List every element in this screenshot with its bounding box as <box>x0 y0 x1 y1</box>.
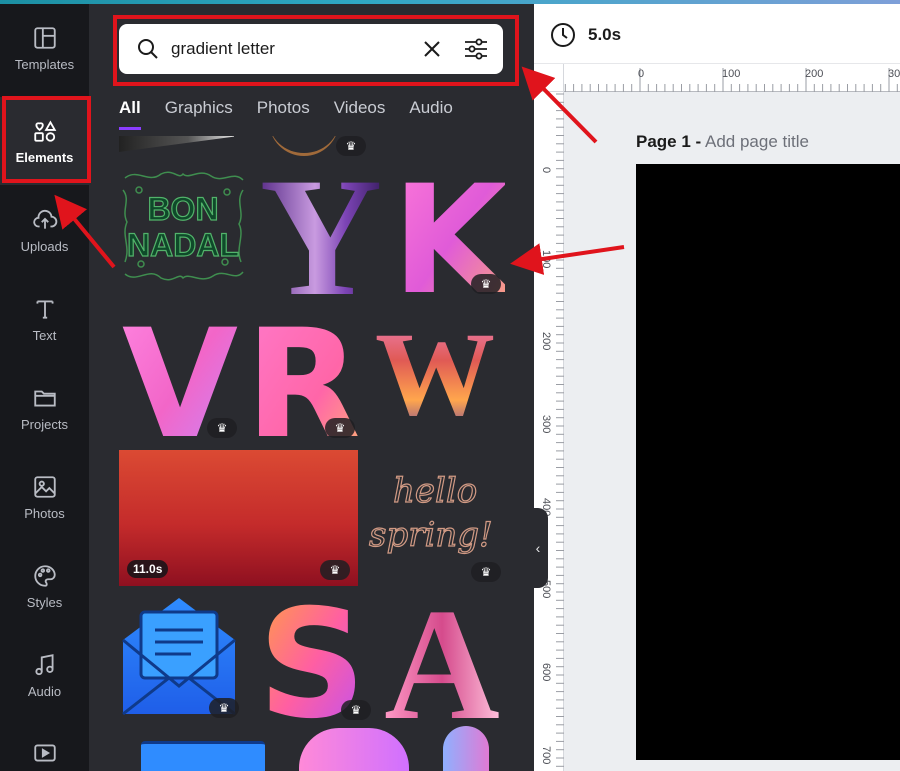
rail-item-audio[interactable]: Audio <box>0 631 89 719</box>
rail-label-photos: Photos <box>24 505 65 521</box>
result-tile-video[interactable]: 11.0s ♛ <box>119 450 358 586</box>
rail-item-videos[interactable] <box>0 720 89 771</box>
result-tile-hello-spring[interactable]: hello spring! ♛ <box>365 450 505 586</box>
rail-item-projects[interactable]: Projects <box>0 364 89 452</box>
duration-control[interactable]: 5.0s <box>550 22 621 48</box>
collapse-panel-button[interactable]: ‹ <box>528 508 548 588</box>
result-tile-letter-r[interactable]: R ♛ <box>245 298 361 472</box>
annotation-box-search <box>113 15 519 86</box>
music-note-icon <box>34 653 54 675</box>
rail-item-styles[interactable]: Styles <box>0 542 89 630</box>
video-duration-badge: 11.0s <box>127 560 169 578</box>
premium-crown-icon: ♛ <box>320 560 350 580</box>
rail-item-text[interactable]: Text <box>0 275 89 363</box>
top-gradient-strip <box>0 0 900 4</box>
rail-label-templates: Templates <box>14 56 75 72</box>
result-tile-partial[interactable] <box>119 136 234 152</box>
ruler-label: 0 <box>638 68 645 80</box>
video-icon <box>33 744 56 762</box>
rail-item-uploads[interactable]: Uploads <box>0 186 89 274</box>
page-title: Page 1 - Add page title <box>636 132 809 152</box>
cloud-upload-icon <box>32 209 57 229</box>
rail-label-uploads: Uploads <box>20 238 69 254</box>
result-tile-partial[interactable] <box>269 136 339 156</box>
letter-w: W <box>375 322 495 422</box>
premium-crown-icon: ♛ <box>325 418 355 438</box>
tab-graphics[interactable]: Graphics <box>165 96 233 130</box>
result-tile-envelope[interactable]: ♛ <box>119 594 239 718</box>
elements-panel: All Graphics Photos Videos Audio ♛ BON N… <box>89 4 534 771</box>
ruler-label: 100 <box>722 68 741 80</box>
canvas-area: 0 100 200 30 0 100 200 300 400 500 600 7… <box>534 64 900 771</box>
ruler-label: 200 <box>540 332 552 351</box>
result-tile-letter-k[interactable]: K ♛ <box>392 154 513 328</box>
rail-item-templates[interactable]: Templates <box>0 4 89 92</box>
premium-crown-icon: ♛ <box>336 136 366 156</box>
clock-icon <box>551 23 575 47</box>
tab-all[interactable]: All <box>119 96 141 130</box>
palette-icon <box>33 564 56 587</box>
annotation-box-elements <box>2 96 91 183</box>
letter-a: A <box>384 596 500 720</box>
premium-crown-icon: ♛ <box>209 698 239 718</box>
ruler-horizontal: 0 100 200 30 <box>564 64 900 92</box>
design-page[interactable] <box>636 164 900 760</box>
rail-label-audio: Audio <box>27 683 62 699</box>
result-tile-letter-s[interactable]: S ♛ <box>258 578 371 752</box>
ruler-label: 0 <box>540 167 552 174</box>
rail-label-projects: Projects <box>21 416 68 432</box>
editor-topbar: 5.0s <box>534 4 900 64</box>
photo-icon <box>33 475 56 498</box>
result-tile-letter-w[interactable]: W <box>365 307 505 440</box>
folder-icon <box>33 390 56 407</box>
tab-videos[interactable]: Videos <box>334 96 386 130</box>
premium-crown-icon: ♛ <box>471 274 501 294</box>
result-tile-letter-a[interactable]: A <box>379 575 505 753</box>
spring-text: spring! <box>369 515 493 555</box>
rail-label-text: Text <box>32 327 57 343</box>
ruler-label: 100 <box>540 250 552 269</box>
add-page-title[interactable]: Add page title <box>705 132 809 151</box>
result-tile-partial[interactable] <box>443 726 489 771</box>
result-tile-letter-v[interactable]: V ♛ <box>119 298 241 472</box>
text-icon <box>35 299 54 319</box>
result-tile-partial[interactable] <box>141 741 265 771</box>
ruler-label: 200 <box>805 68 824 80</box>
result-tile-bon-nadal[interactable]: BON NADAL <box>119 166 247 286</box>
ruler-label: 30 <box>888 68 900 80</box>
rail-item-photos[interactable]: Photos <box>0 453 89 541</box>
result-tile-partial[interactable] <box>299 728 409 771</box>
premium-crown-icon: ♛ <box>471 562 501 582</box>
letter-y: Y <box>260 164 383 296</box>
ruler-vertical: 0 100 200 300 400 500 600 700 <box>534 92 564 771</box>
ruler-label: 600 <box>540 663 552 682</box>
templates-icon <box>33 26 56 49</box>
ruler-label: 700 <box>540 746 552 765</box>
duration-value: 5.0s <box>588 25 622 44</box>
tab-photos[interactable]: Photos <box>257 96 310 130</box>
bon-text: BON <box>147 191 218 227</box>
result-tile-letter-y[interactable]: Y <box>259 143 384 331</box>
results-grid: ♛ BON NADAL Y K ♛ V ♛ R ♛ W 11.0s ♛ hell… <box>89 136 534 771</box>
ruler-label: 300 <box>540 415 552 434</box>
results-tabs: All Graphics Photos Videos Audio <box>119 96 477 136</box>
hello-text: hello <box>393 471 477 511</box>
nadal-text: NADAL <box>127 227 239 263</box>
ruler-corner <box>534 64 564 92</box>
rail-label-styles: Styles <box>26 594 63 610</box>
page-number-label: Page 1 - <box>636 132 702 151</box>
premium-crown-icon: ♛ <box>341 700 371 720</box>
tab-audio[interactable]: Audio <box>409 96 452 130</box>
premium-crown-icon: ♛ <box>207 418 237 438</box>
